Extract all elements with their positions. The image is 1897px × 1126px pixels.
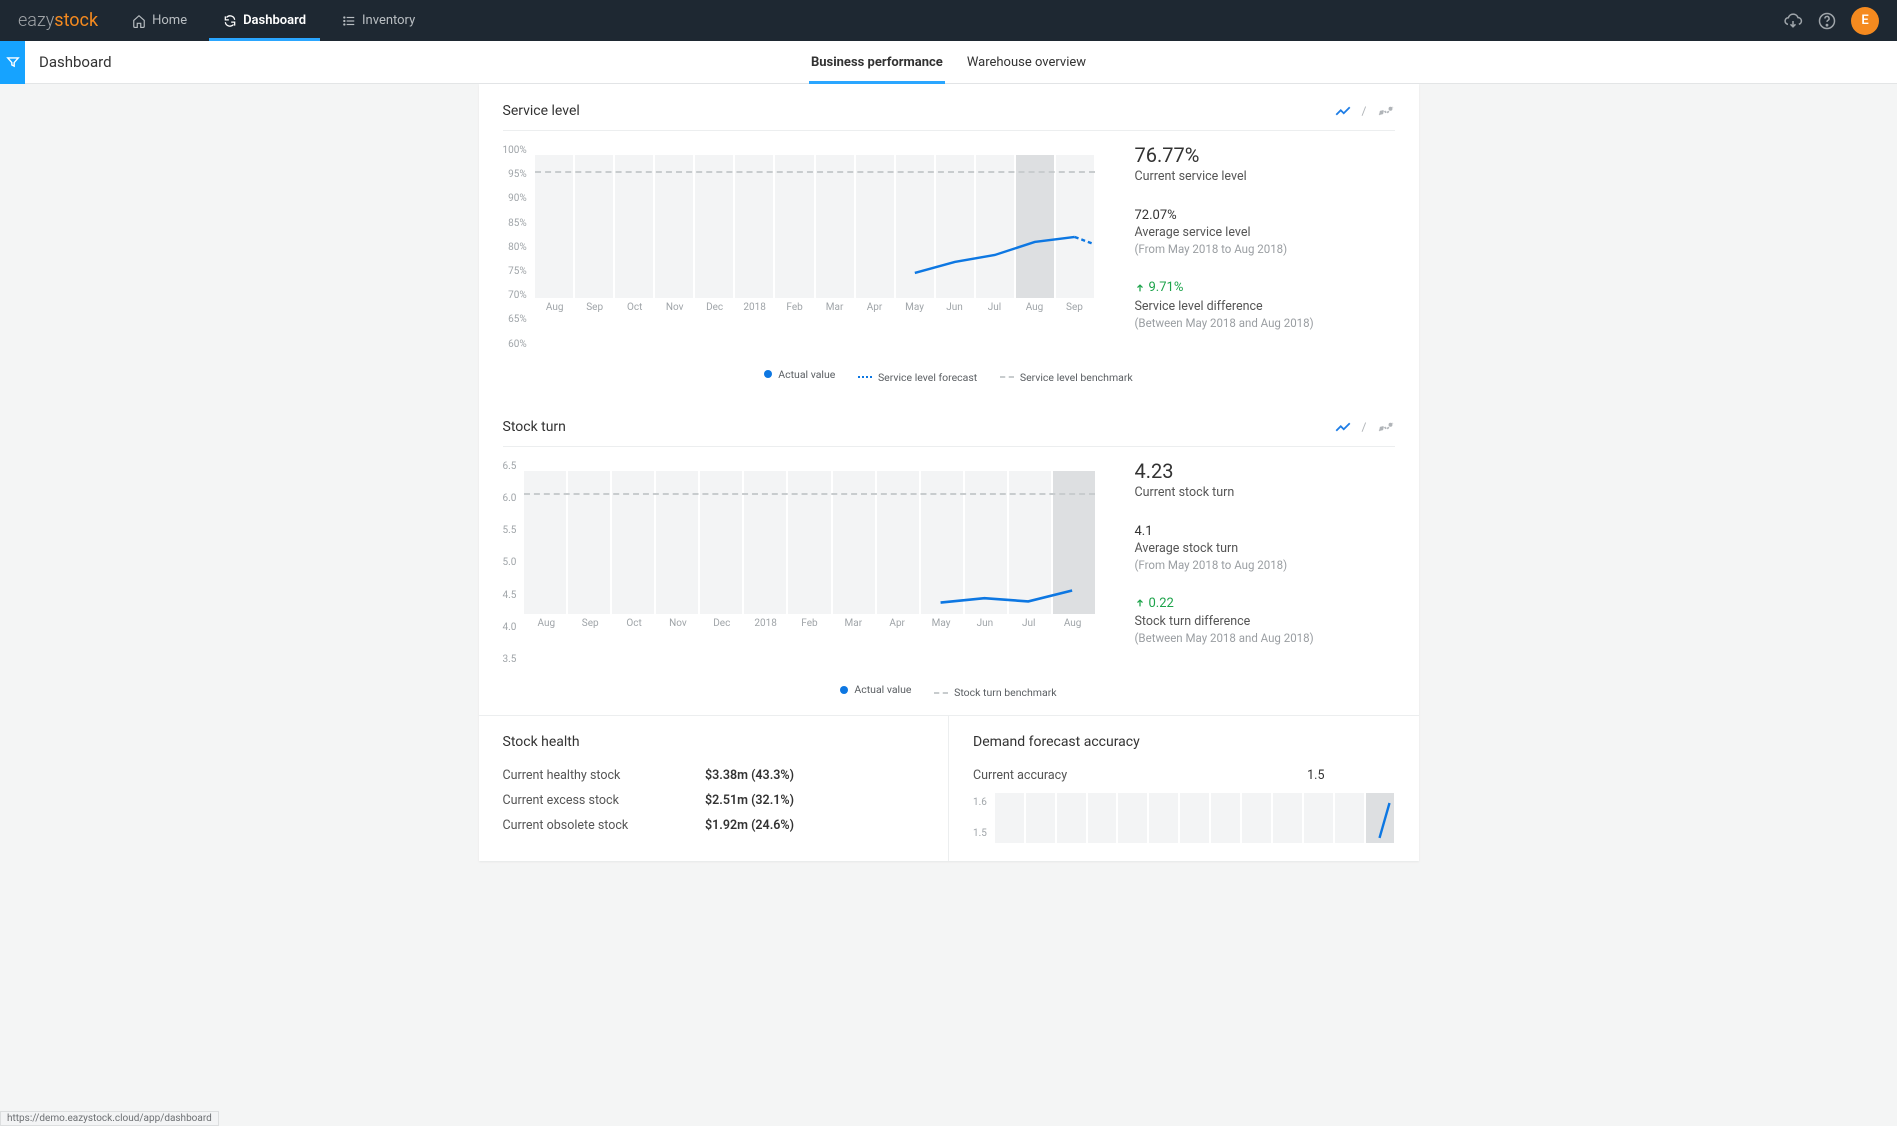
topbar: eazystock Home Dashboard Inventory E <box>0 0 1897 41</box>
tab-business-performance[interactable]: Business performance <box>809 41 945 84</box>
sl-avg-label: Average service level <box>1135 225 1395 240</box>
service-level-panel: Service level / 100%95%90%85%80%75%70%65… <box>479 84 1419 400</box>
filter-button[interactable] <box>0 41 25 84</box>
tab-bar: Business performance Warehouse overview <box>0 41 1897 84</box>
stock-turn-title: Stock turn <box>503 419 566 435</box>
stock-health-row: Current excess stock $2.51m (32.1%) <box>503 793 925 808</box>
user-avatar[interactable]: E <box>1851 7 1879 35</box>
st-current-value: 4.23 <box>1135 459 1395 483</box>
forecast-current-label: Current accuracy <box>973 768 1067 783</box>
forecast-current-value: 1.5 <box>1307 768 1394 783</box>
stock-health-panel: Stock health Current healthy stock $3.38m… <box>479 716 949 861</box>
service-level-line <box>535 155 1095 298</box>
nav-inventory[interactable]: Inventory <box>328 0 429 41</box>
nav-home-label: Home <box>152 13 187 28</box>
topbar-actions: E <box>1783 7 1879 35</box>
nav-home[interactable]: Home <box>118 0 201 41</box>
cloud-download-icon[interactable] <box>1783 11 1803 31</box>
arrow-up-icon <box>1135 283 1145 293</box>
st-diff-label: Stock turn difference <box>1135 614 1395 629</box>
tab-warehouse-overview[interactable]: Warehouse overview <box>965 41 1088 84</box>
line-chart-icon[interactable] <box>1334 102 1352 120</box>
forecast-line <box>995 793 1395 843</box>
service-level-title: Service level <box>503 103 580 119</box>
status-url: https://demo.eazystock.cloud/app/dashboa… <box>0 1111 219 1126</box>
subbar: Dashboard Business performance Warehouse… <box>0 41 1897 84</box>
panel-tools: / <box>1334 102 1395 120</box>
refresh-icon <box>223 14 237 28</box>
metric-value: $3.38m (43.3%) <box>705 768 924 783</box>
service-level-kpis: 76.77% Current service level 72.07% Aver… <box>1095 141 1395 354</box>
tool-separator: / <box>1362 420 1367 434</box>
st-avg-label: Average stock turn <box>1135 541 1395 556</box>
brand-logo: eazystock <box>18 10 98 31</box>
metric-label: Current obsolete stock <box>503 818 629 833</box>
nav-dashboard-label: Dashboard <box>243 13 306 28</box>
content: Service level / 100%95%90%85%80%75%70%65… <box>479 84 1419 861</box>
main-nav: Home Dashboard Inventory <box>118 0 429 41</box>
metric-label: Current excess stock <box>503 793 619 808</box>
metric-label: Current healthy stock <box>503 768 621 783</box>
filter-icon <box>6 55 20 69</box>
st-avg-value: 4.1 <box>1135 524 1395 539</box>
scatter-icon[interactable] <box>1377 418 1395 436</box>
stock-health-title: Stock health <box>503 734 925 750</box>
nav-inventory-label: Inventory <box>362 13 415 28</box>
stock-turn-line <box>524 471 1094 628</box>
forecast-accuracy-panel: Demand forecast accuracy Current accurac… <box>948 716 1419 861</box>
home-icon <box>132 14 146 28</box>
arrow-up-icon <box>1135 598 1145 608</box>
service-level-chart: 100%95%90%85%80%75%70%65%60% AugSepOctNo… <box>503 141 1095 354</box>
st-current-label: Current stock turn <box>1135 485 1395 500</box>
metric-value: $1.92m (24.6%) <box>705 818 924 833</box>
stock-health-row: Current obsolete stock $1.92m (24.6%) <box>503 818 925 833</box>
line-chart-icon[interactable] <box>1334 418 1352 436</box>
sl-avg-value: 72.07% <box>1135 208 1395 223</box>
sl-diff-value: 9.71% <box>1135 280 1184 295</box>
st-diff-note: (Between May 2018 and Aug 2018) <box>1135 631 1395 645</box>
service-level-legend: Actual value Service level forecast Serv… <box>503 354 1395 390</box>
bottom-panels: Stock health Current healthy stock $3.38m… <box>479 715 1419 861</box>
list-icon <box>342 14 356 28</box>
scatter-icon[interactable] <box>1377 102 1395 120</box>
help-icon[interactable] <box>1817 11 1837 31</box>
panel-tools: / <box>1334 418 1395 436</box>
stock-turn-legend: Actual value Stock turn benchmark <box>503 669 1395 705</box>
sl-current-label: Current service level <box>1135 169 1395 184</box>
metric-value: $2.51m (32.1%) <box>705 793 924 808</box>
stock-turn-chart: 6.56.05.55.04.54.03.5 AugSepOctNovDec201… <box>503 457 1095 670</box>
forecast-current-row: Current accuracy 1.5 <box>973 768 1395 783</box>
forecast-accuracy-title: Demand forecast accuracy <box>973 734 1395 750</box>
stock-turn-panel: Stock turn / 6.56.05.55.04.54.03.5 <box>479 400 1419 716</box>
sl-diff-label: Service level difference <box>1135 299 1395 314</box>
nav-dashboard[interactable]: Dashboard <box>209 0 320 41</box>
stock-health-row: Current healthy stock $3.38m (43.3%) <box>503 768 925 783</box>
sl-avg-note: (From May 2018 to Aug 2018) <box>1135 242 1395 256</box>
st-diff-value: 0.22 <box>1135 596 1174 611</box>
page-title: Dashboard <box>25 53 112 71</box>
sl-current-value: 76.77% <box>1135 143 1395 167</box>
sl-diff-note: (Between May 2018 and Aug 2018) <box>1135 316 1395 330</box>
st-avg-note: (From May 2018 to Aug 2018) <box>1135 558 1395 572</box>
tool-separator: / <box>1362 104 1367 118</box>
stock-turn-kpis: 4.23 Current stock turn 4.1 Average stoc… <box>1095 457 1395 670</box>
